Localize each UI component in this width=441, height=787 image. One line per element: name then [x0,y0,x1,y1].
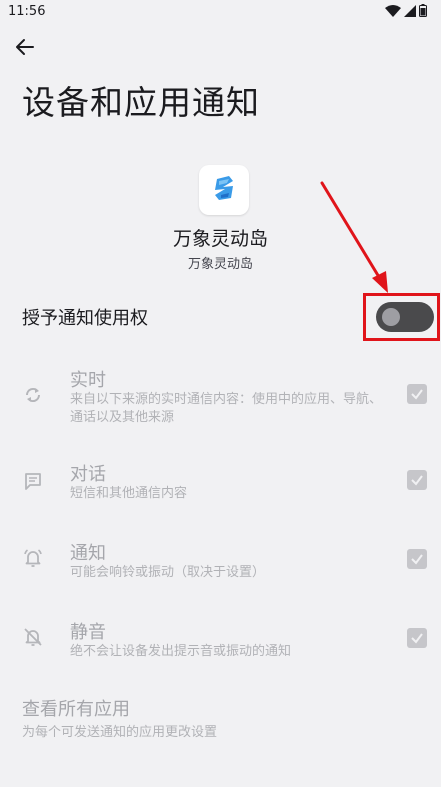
app-icon [199,165,249,215]
permission-title: 对话 [70,464,106,485]
status-time: 11:56 [8,3,46,19]
battery-icon [419,2,427,21]
permission-checkbox[interactable] [407,384,427,404]
permission-checkbox[interactable] [407,470,427,490]
permission-desc: 可能会响铃或振动（取决于设置） [70,565,266,580]
view-all-apps-desc: 为每个可发送通知的应用更改设置 [22,725,218,740]
permission-desc: 短信和其他通信内容 [70,486,188,501]
permission-row-realtime: 实时 来自以下来源的实时通信内容：使用中的应用、导航、通话以及其他来源 [0,362,441,432]
toggle-knob [382,308,400,326]
status-bar: 11:56 [0,0,441,22]
app-logo-icon [209,173,239,207]
wifi-icon [385,2,401,21]
permission-title: 静音 [70,622,106,643]
bell-ring-icon [20,545,46,571]
permission-title: 通知 [70,543,106,564]
grant-access-toggle[interactable] [376,302,434,332]
permission-checkbox[interactable] [407,628,427,648]
status-icons [385,2,427,21]
sync-icon [20,382,46,408]
permission-desc: 来自以下来源的实时通信内容：使用中的应用、导航、通话以及其他来源 [70,392,383,425]
arrow-left-icon [15,37,35,61]
permission-title: 实时 [70,370,106,391]
app-name: 万象灵动岛 [172,228,268,250]
permission-checkbox[interactable] [407,549,427,569]
view-all-apps-title: 查看所有应用 [22,699,130,720]
chat-icon [20,468,46,494]
permission-row-conversation: 对话 短信和其他通信内容 [0,456,441,506]
app-subname: 万象灵动岛 [187,257,253,272]
bell-off-icon [20,624,46,650]
page-title: 设备和应用通知 [22,83,260,122]
permission-row-silent: 静音 绝不会让设备发出提示音或振动的通知 [0,614,441,664]
permission-row-notification: 通知 可能会响铃或振动（取决于设置） [0,535,441,585]
back-button[interactable] [10,34,40,64]
signal-icon [404,2,416,21]
grant-access-label: 授予通知使用权 [22,308,148,329]
permission-desc: 绝不会让设备发出提示音或振动的通知 [70,644,292,659]
